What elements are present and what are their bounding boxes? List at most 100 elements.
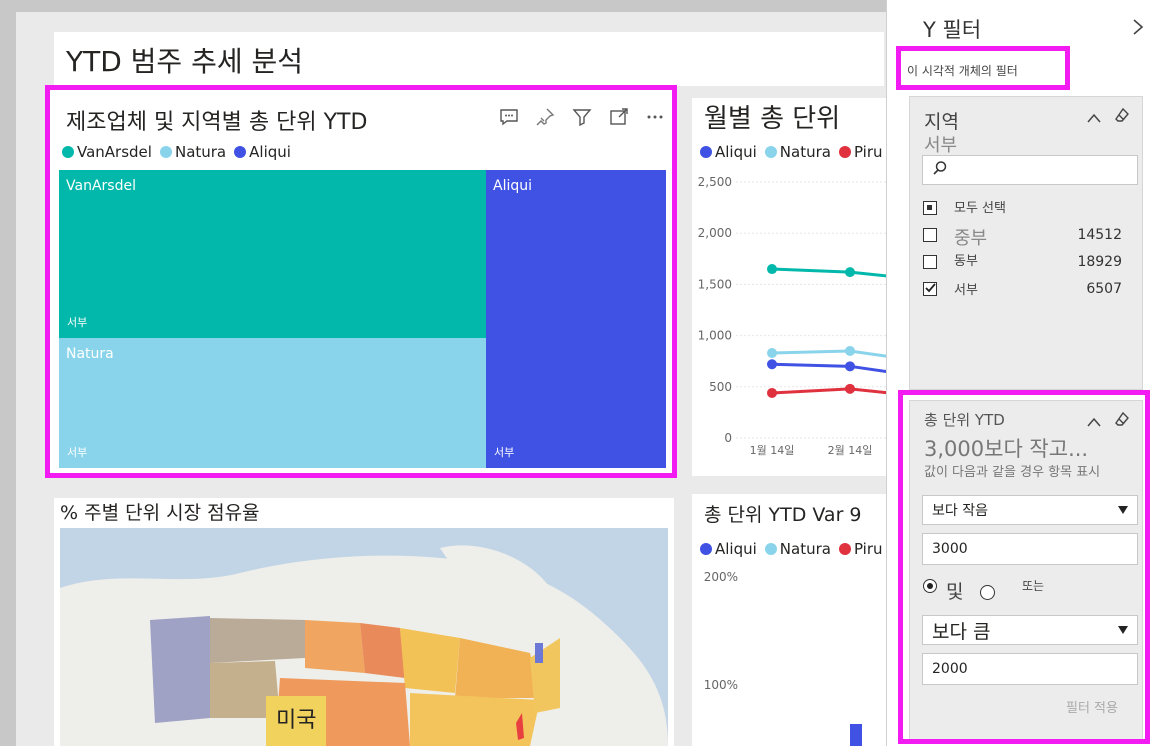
legend-item-natura[interactable]: Natura [764,143,831,161]
check-icon [925,283,936,293]
value1-input[interactable]: 3000 [922,533,1138,565]
line-chart-svg: 2,5002,0001,5001,00050001월 14일2월 14일3월 1… [698,175,886,457]
y-tick-label: 2,000 [698,226,732,240]
chevron-down-icon [1117,501,1129,519]
focus-mode-icon[interactable] [608,106,630,128]
line-chart-visual[interactable]: 월별 총 단위 Aliqui Natura Piru 2,500 2,000 1,5… [692,98,886,476]
data-point-piru[interactable] [767,387,777,398]
region-search-input[interactable] [922,155,1138,185]
value2-input[interactable]: 2000 [922,653,1138,685]
condition2-dropdown[interactable]: 보다 큼 [922,615,1138,645]
legend-item-aliqui[interactable]: Aliqui [700,143,757,161]
legend-item-natura[interactable]: Natura [159,143,226,161]
legend-label: Aliqui [715,143,757,161]
treemap-block-aliqui[interactable]: Aliqui 서부 [486,170,666,468]
variance-bar[interactable] [850,724,862,746]
data-point-vanarsdel[interactable] [845,267,855,278]
treemap-legend: VanArsdel Natura Aliqui [62,143,291,161]
more-options-icon[interactable] [644,106,666,128]
data-point-piru[interactable] [845,383,855,394]
legend-label: Aliqui [249,143,291,161]
data-point-aliqui[interactable] [845,361,855,372]
eraser-icon[interactable] [1114,411,1130,431]
legend-dot [700,146,712,158]
comment-icon[interactable] [498,106,520,128]
series-line-natura[interactable] [771,349,886,362]
legend-item-piru[interactable]: Piru [838,143,883,161]
filters-pane: Y 필터 이 시각적 개체의 필터 지역 서부 모두 선택 중부 14512 동… [886,0,1154,746]
chevron-down-icon [1117,621,1129,639]
y-tick-label: 2,500 [698,175,732,189]
block-sublabel: 서부 [67,446,88,459]
collapse-icon[interactable] [1086,109,1102,128]
block-sublabel: 서부 [67,316,88,329]
region-item-count: 6507 [1086,281,1122,297]
filter-icon[interactable] [571,106,593,128]
line-chart-legend: Aliqui Natura Piru [700,143,883,161]
region-checkbox-central[interactable] [923,228,937,242]
legend-item-natura[interactable]: Natura [764,540,831,558]
region-filter-card[interactable]: 지역 서부 모두 선택 중부 14512 동부 18929 서부 6507 [909,96,1143,390]
region-checkbox-west[interactable] [923,282,937,296]
legend-label: Piru [853,143,883,161]
y-tick: 100% [703,678,738,692]
treemap-visual[interactable]: 제조업체 및 지역별 총 단위 YTD VanArsdel Natura Ali… [48,88,674,476]
y-tick: 200% [703,570,738,584]
condition2-value: 보다 큼 [932,620,991,643]
series-line-piru[interactable] [771,387,886,397]
legend-item-aliqui[interactable]: Aliqui [234,143,291,161]
data-point-natura[interactable] [845,345,855,356]
data-point-aliqui[interactable] [767,359,777,370]
filters-pane-title: Y 필터 [923,18,982,42]
and-radio[interactable] [923,579,937,593]
legend-item-piru[interactable]: Piru [838,540,883,558]
region-item-count: 18929 [1077,254,1122,270]
region-item-label: 동부 [954,254,978,269]
data-point-vanarsdel[interactable] [767,264,777,275]
series-line-aliqui[interactable] [771,362,886,377]
chevron-right-icon[interactable] [1131,18,1145,40]
x-tick-label: 2월 14일 [828,443,873,457]
block-label: Natura [66,346,114,362]
legend-label: VanArsdel [77,143,152,161]
select-all-checkbox[interactable] [923,201,937,215]
variance-visual[interactable]: 총 단위 YTD Var 9 Aliqui Natura Piru 200% 1… [692,494,886,746]
legend-item-aliqui[interactable]: Aliqui [700,540,757,558]
legend-label: Natura [779,143,831,161]
map-visual[interactable]: % 주별 단위 시장 점유율 미국 [54,498,674,746]
value2-text: 2000 [932,661,968,677]
legend-dot [764,543,777,555]
map-area[interactable] [60,528,668,746]
variance-title: 총 단위 YTD Var 9 [704,504,862,526]
variance-legend: Aliqui Natura Piru [700,540,883,558]
region-checkbox-east[interactable] [923,255,937,269]
legend-dot [62,146,74,158]
y-tick-label: 1,000 [698,329,732,343]
report-title: YTD 범주 추세 분석 [66,45,304,78]
legend-dot [838,543,851,555]
pin-icon[interactable] [534,106,556,128]
eraser-icon[interactable] [1114,107,1130,127]
units-filter-instruction: 값이 다음과 같을 경우 항목 표시 [924,465,1101,480]
region-item-label: 중부 [954,228,988,249]
legend-dot [700,543,712,555]
apply-filter-button[interactable]: 필터 적용 [1066,697,1118,716]
legend-item-vanarsdel[interactable]: VanArsdel [62,143,152,161]
or-radio[interactable] [980,585,995,600]
line-chart-plot: 2,5002,0001,5001,00050001월 14일2월 14일3월 1… [692,168,886,476]
treemap-block-natura[interactable]: Natura 서부 [59,338,486,468]
units-filter-card[interactable]: 총 단위 YTD 3,000보다 작고... 값이 다음과 같을 경우 항목 표… [909,400,1143,740]
filter-section-label: 이 시각적 개체의 필터 [907,64,1018,78]
legend-label: Piru [853,540,883,558]
legend-dot [159,146,172,158]
legend-dot [764,146,777,158]
collapse-icon[interactable] [1086,413,1102,432]
treemap-block-vanarsdel[interactable]: VanArsdel 서부 [59,170,486,338]
units-filter-title: 총 단위 YTD [924,411,1005,429]
data-point-natura[interactable] [767,348,777,359]
region-filter-summary: 서부 [924,135,958,156]
report-title-tile: YTD 범주 추세 분석 [54,32,884,86]
region-item-label: 서부 [954,283,978,298]
condition1-dropdown[interactable]: 보다 작음 [922,495,1138,525]
series-line-vanarsdel[interactable] [771,267,886,280]
